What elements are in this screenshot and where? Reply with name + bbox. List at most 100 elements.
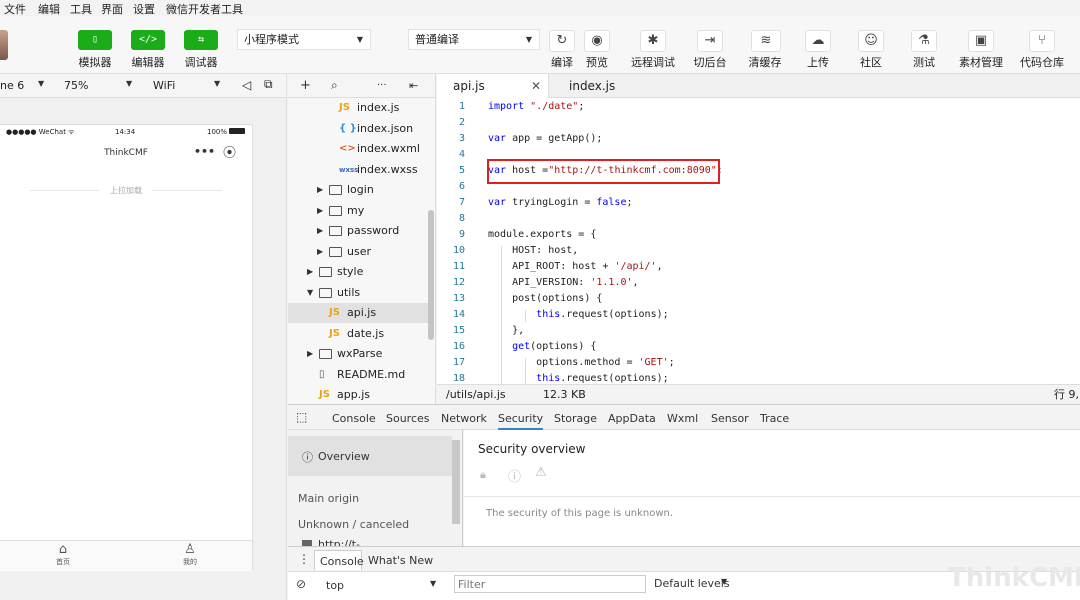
- menu-tools[interactable]: 工具: [70, 1, 92, 17]
- tab-sensor[interactable]: Sensor: [711, 412, 749, 425]
- file-tree-row[interactable]: ▼ utils: [288, 283, 428, 303]
- file-tree-row[interactable]: ▶ login: [288, 180, 428, 200]
- collapse-icon[interactable]: ⇤: [409, 79, 418, 92]
- switch-icon[interactable]: ⇥: [697, 30, 723, 52]
- context-select[interactable]: top ▼: [320, 575, 444, 595]
- chat-icon[interactable]: ☺: [858, 30, 884, 52]
- chevron-right-icon[interactable]: ▶: [307, 344, 313, 364]
- chevron-right-icon[interactable]: ▶: [317, 242, 323, 262]
- tab-storage[interactable]: Storage: [554, 412, 597, 425]
- tab-sources[interactable]: Sources: [386, 412, 430, 425]
- menu-settings[interactable]: 设置: [133, 1, 155, 17]
- layers-icon[interactable]: ≋: [751, 30, 781, 52]
- file-tree-row[interactable]: ▶ password: [288, 221, 428, 241]
- chevron-right-icon[interactable]: ▶: [317, 180, 323, 200]
- file-tree-row[interactable]: ▶ user: [288, 242, 428, 262]
- simulator-toggle-button[interactable]: ▯: [78, 30, 112, 50]
- chevron-down-icon[interactable]: ▼: [38, 79, 44, 88]
- code-line[interactable]: options.method = 'GET';: [488, 357, 675, 368]
- code-line[interactable]: API_ROOT: host + '/api/',: [488, 261, 663, 272]
- chevron-down-icon[interactable]: ▼: [126, 79, 132, 88]
- file-tree-row[interactable]: JS date.js: [288, 324, 428, 344]
- file-tree-row[interactable]: JS api.js: [288, 303, 428, 323]
- code-line[interactable]: API_VERSION: '1.1.0',: [488, 277, 638, 288]
- file-tree-row[interactable]: ▶ style: [288, 262, 428, 282]
- cloud-upload-icon[interactable]: ☁: [805, 30, 831, 52]
- code-line[interactable]: this.request(options);: [488, 309, 668, 320]
- tab-appdata[interactable]: AppData: [608, 412, 656, 425]
- search-icon[interactable]: ⌕: [331, 78, 338, 93]
- tab-me[interactable]: ♙ 我的: [172, 543, 208, 567]
- image-icon[interactable]: ▣: [968, 30, 994, 52]
- inspect-icon[interactable]: ⬚: [296, 410, 307, 424]
- tab-trace[interactable]: Trace: [760, 412, 789, 425]
- avatar[interactable]: [0, 30, 8, 60]
- flask-icon[interactable]: ⚗: [911, 30, 937, 52]
- file-tree-row[interactable]: ▶ my: [288, 201, 428, 221]
- menu-file[interactable]: 文件: [4, 1, 26, 17]
- drawer-tab-console[interactable]: Console: [314, 550, 364, 570]
- file-tree-row[interactable]: { } index.json: [288, 119, 428, 139]
- menu-devtools[interactable]: 微信开发者工具: [166, 1, 243, 17]
- file-tree-row[interactable]: wxss index.wxss: [288, 160, 428, 180]
- close-capsule-icon[interactable]: ⦿: [223, 142, 236, 161]
- tab-wxml[interactable]: Wxml: [667, 412, 698, 425]
- tab-console[interactable]: Console: [332, 412, 376, 425]
- code-line[interactable]: var tryingLogin = false;: [488, 197, 633, 208]
- levels-select[interactable]: Default levels: [654, 577, 730, 590]
- file-tree-row[interactable]: ▯ README.md: [288, 365, 428, 385]
- watermark: ThinkCMF: [948, 563, 1080, 593]
- chevron-right-icon[interactable]: ▶: [317, 221, 323, 241]
- debugger-toggle-button[interactable]: ⇆: [184, 30, 218, 50]
- popout-icon[interactable]: ⧉: [264, 77, 273, 92]
- file-tree-row[interactable]: JS app.js: [288, 385, 428, 404]
- tab-security[interactable]: Security: [498, 412, 544, 430]
- code-line[interactable]: post(options) {: [488, 293, 602, 304]
- phone-screen[interactable]: ●●●●● WeChat ᯤ 14:34 100% ThinkCMF ••• ⦿…: [0, 124, 253, 571]
- mode-select[interactable]: 小程序模式 ▼: [237, 29, 371, 50]
- chevron-down-icon[interactable]: ▼: [721, 577, 727, 586]
- tree-scrollbar[interactable]: [428, 210, 434, 340]
- chevron-down-icon[interactable]: ▼: [214, 79, 220, 88]
- tab-api-js[interactable]: api.js ✕: [437, 74, 549, 98]
- code-line[interactable]: import "./date";: [488, 101, 584, 112]
- editor-toggle-button[interactable]: </>: [131, 30, 165, 50]
- menu-edit[interactable]: 编辑: [38, 1, 60, 17]
- drawer-menu-icon[interactable]: ⋮: [298, 552, 310, 566]
- chevron-right-icon[interactable]: ▶: [317, 201, 323, 221]
- filter-input[interactable]: [454, 575, 646, 593]
- tab-network[interactable]: Network: [441, 412, 487, 425]
- origin-link[interactable]: http://t-thinkcmf.com:8090: [318, 538, 462, 546]
- branch-icon[interactable]: ⑂: [1029, 30, 1055, 52]
- code-line[interactable]: this.request(options);: [488, 373, 668, 384]
- volume-icon[interactable]: ◁: [242, 78, 251, 92]
- file-tree-row[interactable]: <> index.wxml: [288, 139, 428, 159]
- refresh-icon[interactable]: ↻: [549, 30, 575, 52]
- close-icon[interactable]: ✕: [531, 74, 541, 98]
- clear-console-icon[interactable]: ⊘: [296, 577, 306, 591]
- code-editor[interactable]: 1 import "./date"; 2 3 var app = getApp(); 4 5…: [437, 98, 1080, 384]
- device-select[interactable]: ne 6: [0, 79, 24, 92]
- more-icon[interactable]: ···: [377, 80, 387, 91]
- tab-home[interactable]: ⌂ 首页: [45, 543, 81, 567]
- add-icon[interactable]: +: [300, 78, 311, 93]
- code-line[interactable]: var app = getApp();: [488, 133, 602, 144]
- more-icon[interactable]: •••: [194, 145, 215, 158]
- code-line[interactable]: },: [488, 325, 524, 336]
- file-tree-row[interactable]: ▶ wxParse: [288, 344, 428, 364]
- compile-select[interactable]: 普通编译 ▼: [408, 29, 540, 50]
- overview-item[interactable]: ⓘ Overview: [288, 436, 452, 476]
- code-line[interactable]: get(options) {: [488, 341, 596, 352]
- code-line[interactable]: module.exports = {: [488, 229, 596, 240]
- tab-index-js[interactable]: index.js: [553, 74, 653, 98]
- chevron-right-icon[interactable]: ▶: [307, 262, 313, 282]
- eye-icon[interactable]: ◉: [584, 30, 610, 52]
- menu-view[interactable]: 界面: [101, 1, 123, 17]
- zoom-select[interactable]: 75%: [64, 79, 88, 92]
- network-select[interactable]: WiFi: [153, 79, 175, 92]
- bug-icon[interactable]: ✱: [640, 30, 666, 52]
- file-tree-row[interactable]: JS index.js: [288, 98, 428, 118]
- chevron-down-icon[interactable]: ▼: [307, 283, 313, 303]
- security-sidebar-scrollbar[interactable]: [452, 440, 460, 524]
- drawer-tab-whats-new[interactable]: What's New: [368, 554, 433, 567]
